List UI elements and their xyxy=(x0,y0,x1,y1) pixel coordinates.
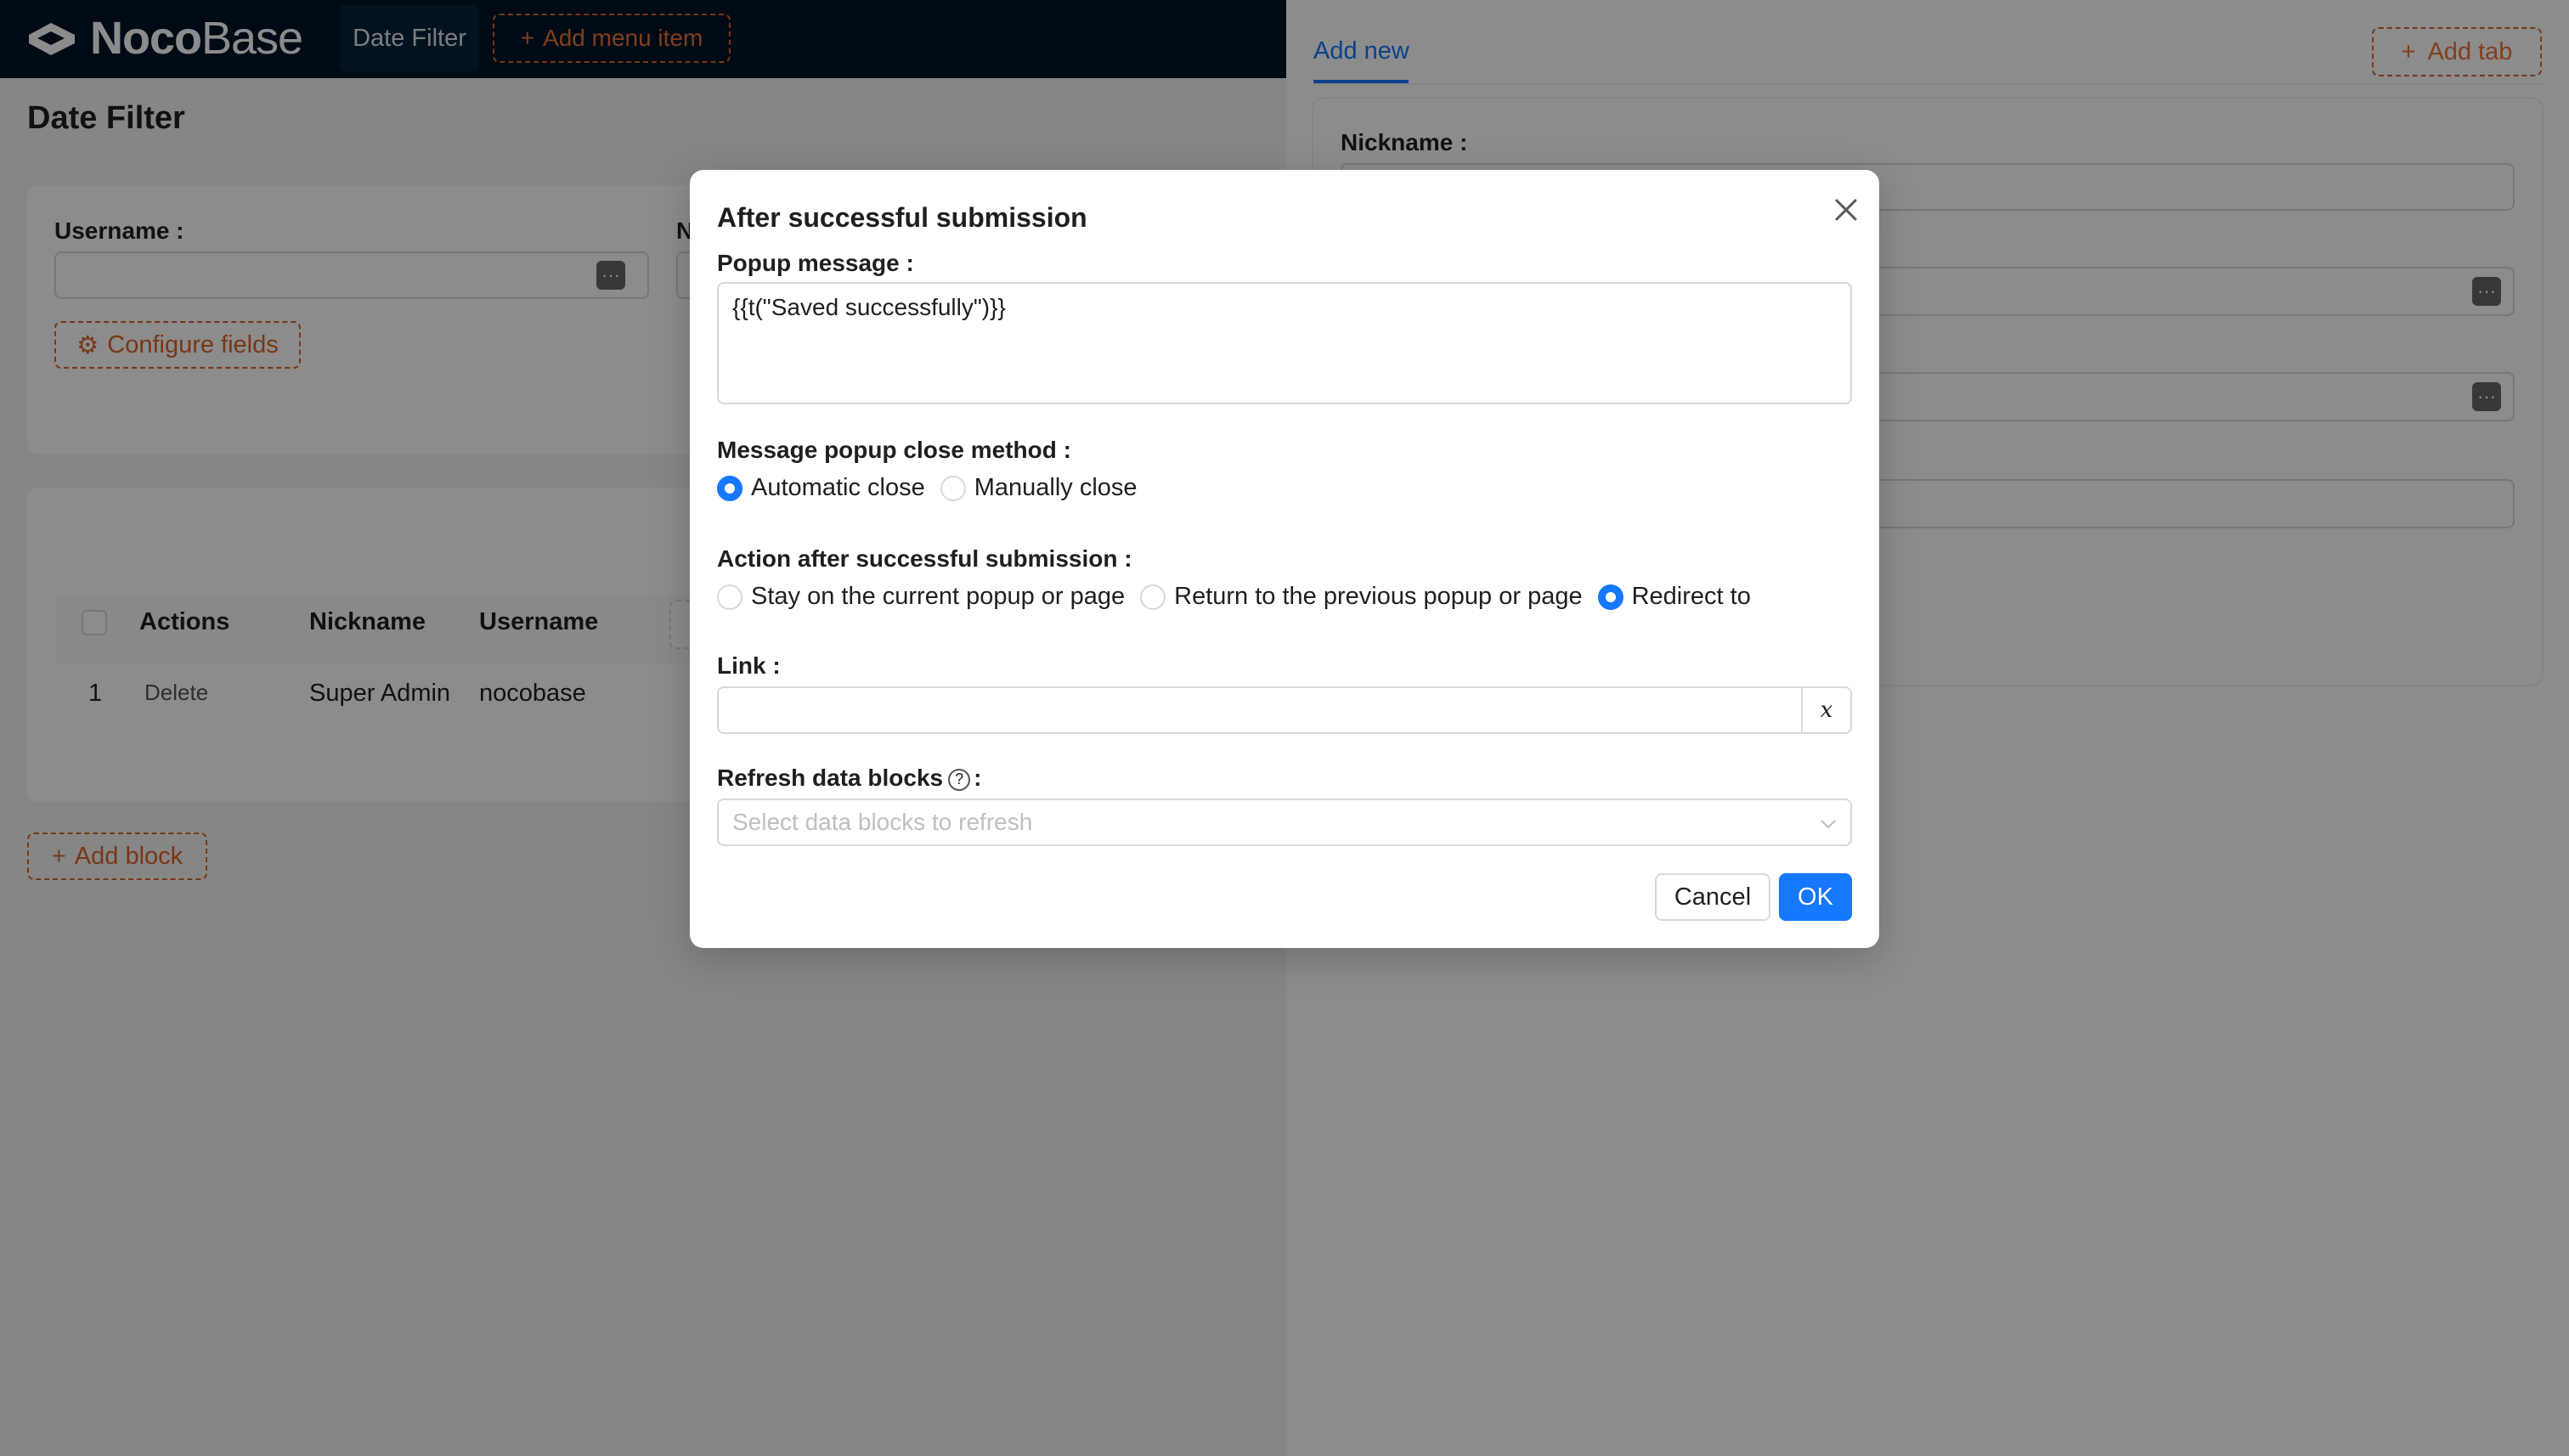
radio-label: Redirect to xyxy=(1631,583,1751,610)
after-submission-modal: After successful submission Popup messag… xyxy=(690,170,1879,948)
link-input[interactable] xyxy=(717,686,1803,734)
close-method-radio-group: Automatic close Manually close xyxy=(717,474,1153,502)
radio-label: Automatic close xyxy=(751,474,925,501)
popup-message-textarea[interactable]: {{t("Saved successfully")}} xyxy=(717,282,1852,404)
radio-automatic-close[interactable]: Automatic close xyxy=(717,474,925,502)
radio-label: Stay on the current popup or page xyxy=(751,583,1126,610)
radio-label: Return to the previous popup or page xyxy=(1174,583,1583,610)
radio-return-previous[interactable]: Return to the previous popup or page xyxy=(1140,583,1583,611)
ok-button[interactable]: OK xyxy=(1779,873,1852,921)
action-after-radio-group: Stay on the current popup or page Return… xyxy=(717,583,1766,611)
select-placeholder: Select data blocks to refresh xyxy=(732,809,1033,835)
radio-checked-icon xyxy=(717,475,742,501)
radio-label: Manually close xyxy=(974,474,1138,501)
refresh-blocks-label: Refresh data blocks?: xyxy=(717,765,982,791)
radio-stay-current[interactable]: Stay on the current popup or page xyxy=(717,583,1125,611)
close-method-label: Message popup close method : xyxy=(717,437,1071,463)
close-icon[interactable] xyxy=(1825,189,1867,231)
close-x-glyph xyxy=(1835,199,1857,221)
radio-unchecked-icon xyxy=(1140,584,1166,610)
chevron-down-icon xyxy=(1821,820,1836,829)
refresh-blocks-select[interactable]: Select data blocks to refresh xyxy=(717,799,1852,846)
action-after-label: Action after successful submission : xyxy=(717,545,1132,572)
modal-title: After successful submission xyxy=(717,202,1087,233)
radio-checked-icon xyxy=(1597,584,1623,610)
question-circle-icon[interactable]: ? xyxy=(948,768,971,791)
radio-redirect-to[interactable]: Redirect to xyxy=(1597,583,1751,611)
variable-picker-button[interactable]: x xyxy=(1801,686,1852,734)
popup-message-label: Popup message : xyxy=(717,250,914,276)
radio-manually-close[interactable]: Manually close xyxy=(940,474,1138,502)
radio-unchecked-icon xyxy=(717,584,742,610)
radio-unchecked-icon xyxy=(940,475,966,501)
link-label: Link : xyxy=(717,652,781,679)
cancel-button[interactable]: Cancel xyxy=(1655,873,1770,921)
